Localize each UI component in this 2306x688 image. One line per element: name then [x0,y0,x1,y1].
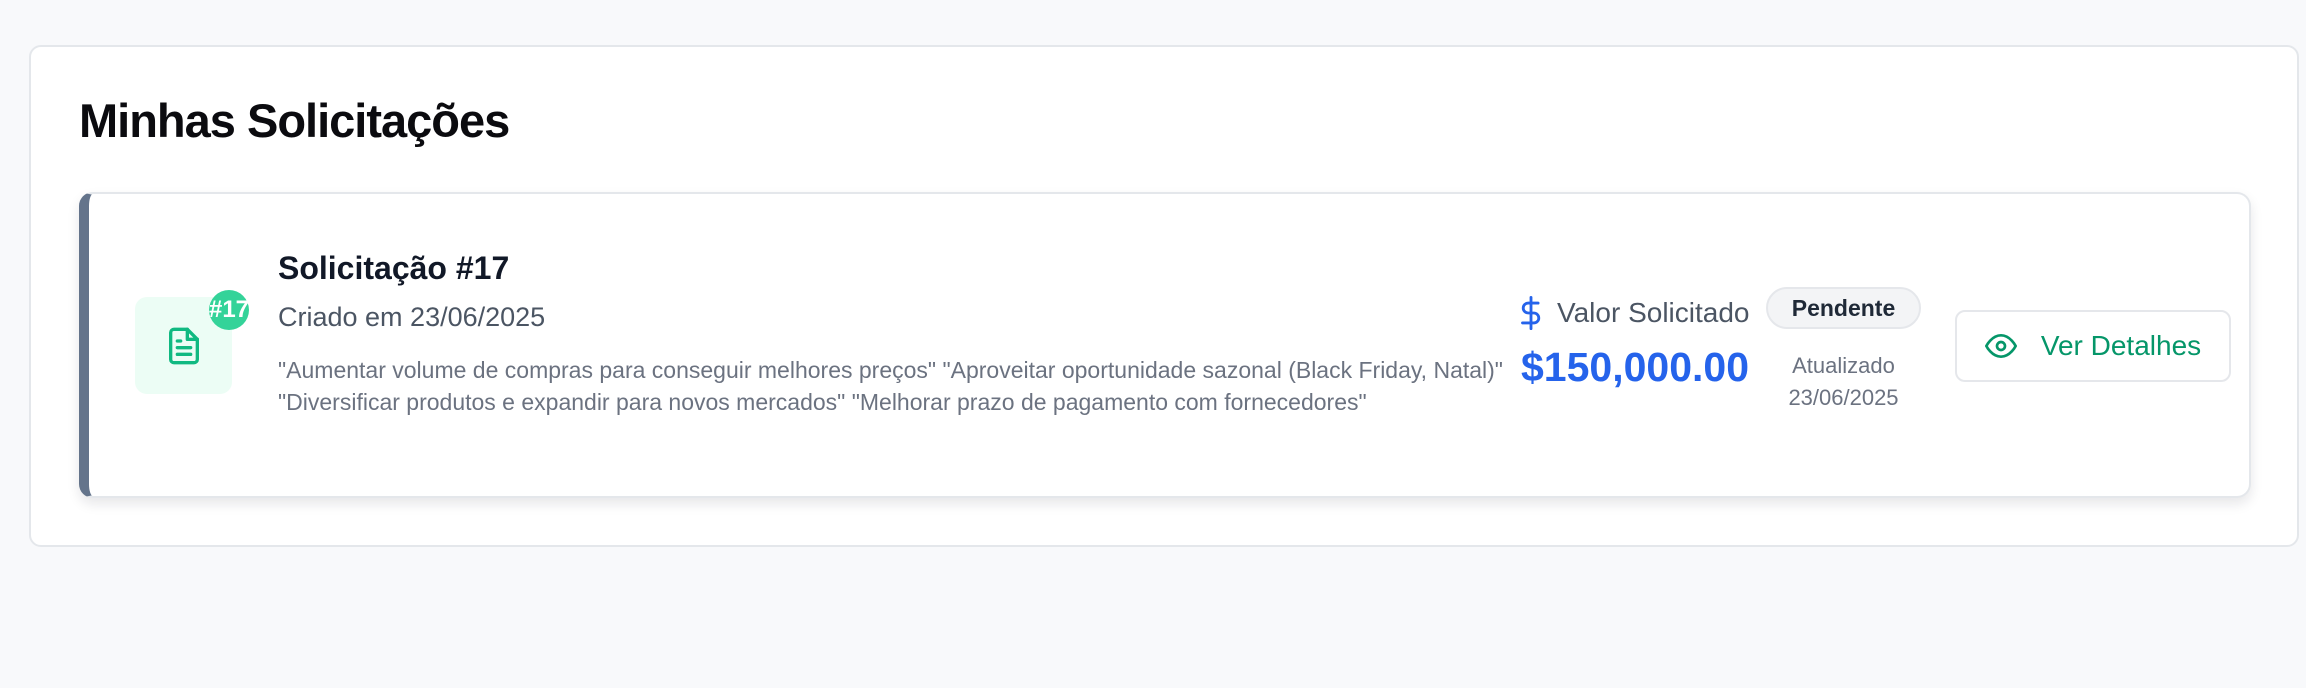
view-details-button[interactable]: Ver Detalhes [1955,310,2231,382]
eye-icon [1984,334,2017,358]
requested-value-amount: $150,000.00 [1521,344,1750,390]
request-created-date: Criado em 23/06/2025 [278,302,546,332]
request-title: Solicitação #17 [278,250,510,286]
value-label-text: Valor Solicitado [1557,297,1750,328]
requests-panel: Minhas Solicitações #17 Solicitação #17 … [29,45,2299,547]
updated-date: 23/06/2025 [1788,385,1899,410]
updated-info: Atualizado 23/06/2025 [1766,350,1921,414]
status-badge: Pendente [1766,287,1921,329]
dollar-icon [1521,296,1541,330]
requested-value-label: Valor Solicitado [1519,296,1749,330]
view-details-label: Ver Detalhes [2040,330,2202,361]
updated-label: Atualizado [1792,353,1895,378]
request-card: #17 Solicitação #17 Criado em 23/06/2025… [79,192,2251,498]
request-number-badge: #17 [209,290,249,330]
request-description: "Aumentar volume de compras para consegu… [278,357,1503,415]
page-title: Minhas Solicitações [79,94,510,147]
